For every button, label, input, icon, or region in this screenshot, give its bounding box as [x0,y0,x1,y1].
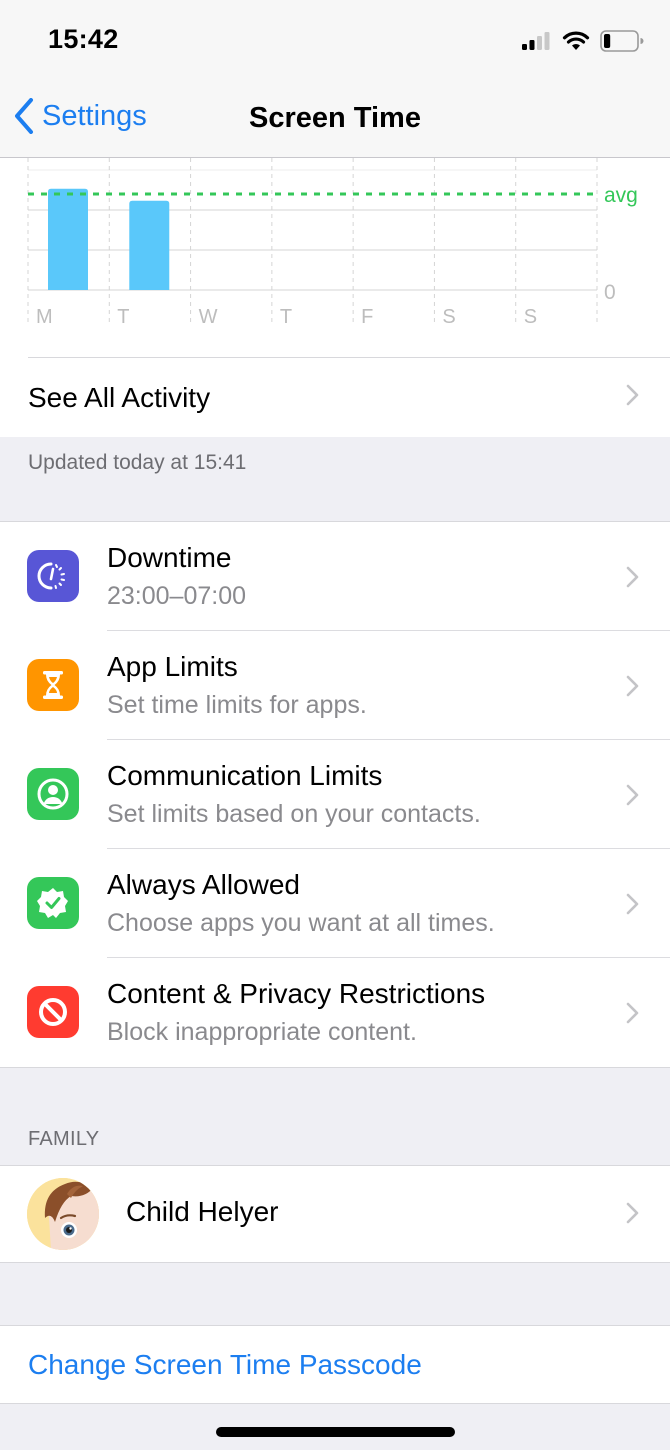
updated-timestamp: Updated today at 15:41 [28,451,247,474]
bar-1 [129,200,170,290]
battery-icon [600,30,644,57]
chevron-right-icon [626,1202,640,1229]
settings-row-app-limits[interactable]: App Limits Set time limits for apps. [0,631,670,740]
memoji-avatar-icon [27,1178,99,1250]
bar-0 [48,188,88,290]
hourglass-icon [27,659,79,711]
row-subtitle: Set time limits for apps. [107,691,367,719]
settings-row-content-privacy-restrictions[interactable]: Content & Privacy Restrictions Block inap… [0,958,670,1067]
x-tick-label: S [524,306,537,328]
contact-icon [27,768,79,820]
x-tick-label: W [199,306,218,328]
family-section-header: FAMILY [28,1128,100,1150]
page-title: Screen Time [249,102,421,134]
row-title: Always Allowed [107,869,300,900]
row-title: Communication Limits [107,760,383,791]
settings-row-always-allowed[interactable]: Always Allowed Choose apps you want at al… [0,849,670,958]
chevron-right-icon [626,675,640,702]
cellular-signal-icon [522,31,552,56]
row-subtitle: Set limits based on your contacts. [107,800,481,828]
chevron-right-icon [626,784,640,811]
wifi-icon [562,31,590,56]
change-passcode-button[interactable]: Change Screen Time Passcode [0,1325,670,1404]
chevron-right-icon [626,893,640,920]
row-title: Content & Privacy Restrictions [107,978,486,1009]
navigation-bar: Settings Screen Time [0,80,670,158]
y-tick-label: 0 [604,281,616,304]
chevron-right-icon [626,566,640,593]
usage-chart-card[interactable]: avg 0 M T W T F S S See All Activity [0,158,670,437]
home-indicator[interactable] [216,1427,455,1437]
row-subtitle: Choose apps you want at all times. [107,909,495,937]
downtime-icon [27,550,79,602]
avatar [27,1178,99,1250]
settings-row-communication-limits[interactable]: Communication Limits Set limits based on … [0,740,670,849]
x-tick-label: T [280,306,292,328]
family-member-row[interactable]: Child Helyer [0,1165,670,1263]
chevron-right-icon [626,384,640,411]
status-time: 15:42 [48,24,119,54]
change-passcode-label: Change Screen Time Passcode [28,1349,422,1380]
row-subtitle: Block inappropriate content. [107,1018,417,1046]
average-label: avg [604,184,638,207]
x-tick-label: F [361,306,373,328]
chevron-right-icon [626,1002,640,1029]
x-tick-label: T [117,306,129,328]
row-subtitle: 23:00–07:00 [107,582,247,610]
usage-bar-chart[interactable]: avg 0 M T W T F S S [0,158,670,358]
x-tick-label: M [36,306,53,328]
status-bar: 15:42 [0,0,670,80]
checkmark-badge-icon [27,877,79,929]
settings-row-downtime[interactable]: Downtime 23:00–07:00 [0,522,670,631]
see-all-activity-label: See All Activity [28,381,211,413]
status-icons [522,30,644,57]
settings-list: Downtime 23:00–07:00 App Limits Set time li… [0,521,670,1068]
row-title: Downtime [107,542,232,573]
family-member-name: Child Helyer [126,1196,279,1227]
see-all-activity-row[interactable]: See All Activity [28,357,670,437]
no-entry-icon [27,986,79,1038]
x-tick-label: S [442,306,455,328]
row-title: App Limits [107,651,238,682]
